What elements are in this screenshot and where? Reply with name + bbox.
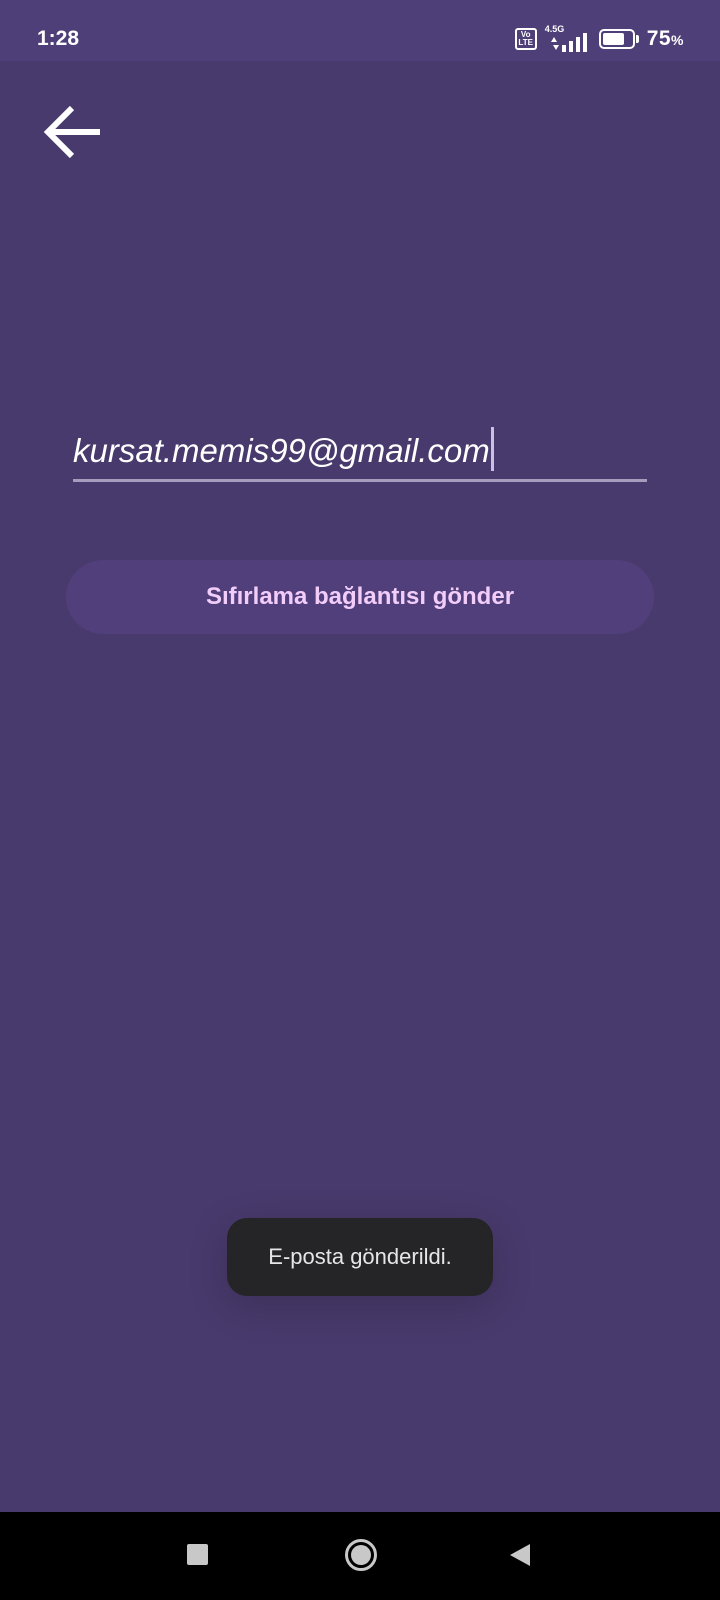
text-cursor <box>490 427 494 472</box>
battery-percent-value: 75 <box>646 27 672 50</box>
recents-icon[interactable] <box>187 1544 208 1565</box>
battery-percent: 75% <box>647 27 684 51</box>
volte-line2: LTE <box>518 38 533 47</box>
email-field-underline <box>73 479 647 482</box>
email-text: kursat.memis99@gmail.com <box>73 432 490 469</box>
battery-icon <box>598 29 639 49</box>
network-indicator: 4.5G <box>545 24 591 52</box>
email-input-value[interactable]: kursat.memis99@gmail.com <box>73 427 494 472</box>
battery-fill <box>602 33 624 45</box>
status-bar: 1:28 Vo LTE 4.5G 75% <box>0 0 720 61</box>
status-time: 1:28 <box>37 27 80 50</box>
back-button[interactable] <box>40 100 104 164</box>
arrow-left-icon <box>43 105 100 159</box>
signal-icon <box>550 33 587 52</box>
status-icons: Vo LTE 4.5G 75% <box>514 24 684 52</box>
email-field[interactable]: kursat.memis99@gmail.com <box>73 420 647 482</box>
back-triangle-icon[interactable] <box>508 1542 532 1568</box>
toast-message: E-posta gönderildi. <box>227 1218 493 1296</box>
volte-icon: Vo LTE <box>514 28 537 50</box>
home-icon[interactable] <box>344 1538 378 1572</box>
send-reset-link-button[interactable]: Sıfırlama bağlantısı gönder <box>66 560 654 634</box>
battery-percent-unit: % <box>671 32 684 48</box>
